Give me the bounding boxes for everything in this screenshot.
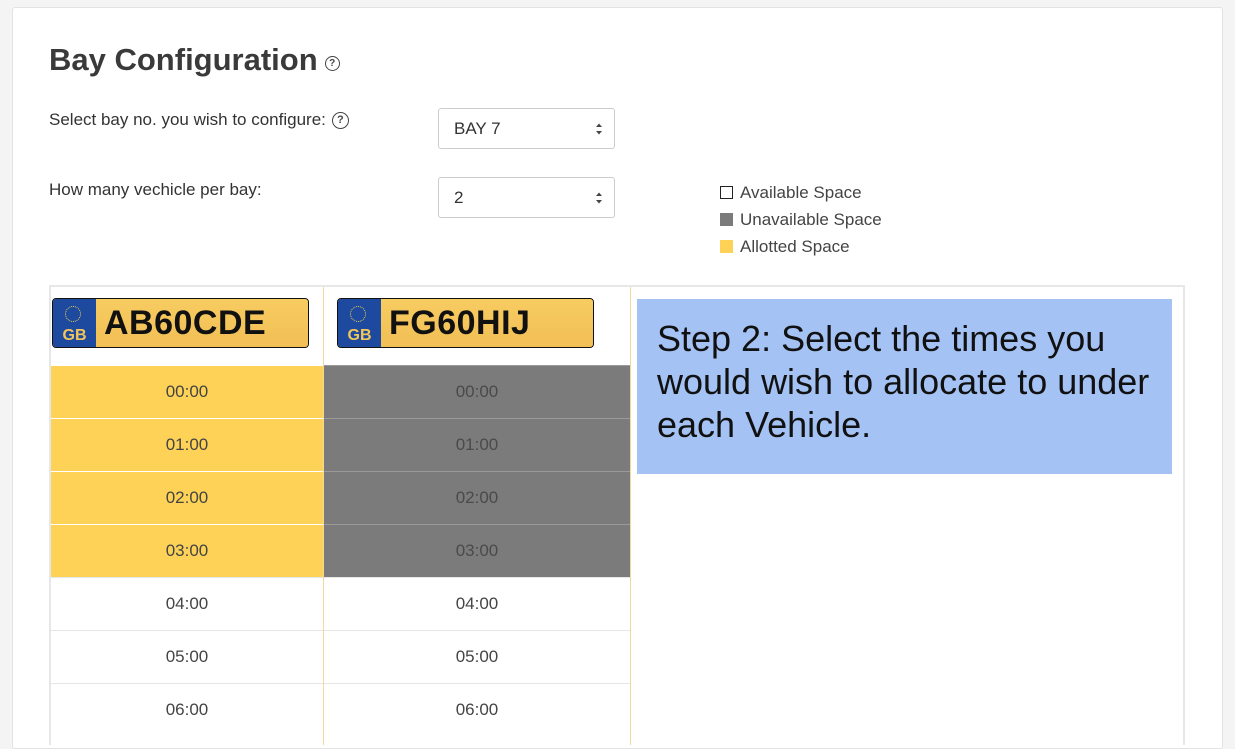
vehicles-per-bay-select[interactable]: 2	[438, 177, 615, 218]
eu-flag-icon: GB	[338, 299, 381, 347]
time-slot[interactable]: 00:00	[51, 365, 323, 418]
time-slot[interactable]: 01:00	[51, 418, 323, 471]
vehicles-per-bay-label: How many vechicle per bay:	[49, 180, 262, 200]
bay-help-icon[interactable]: ?	[331, 111, 349, 129]
eu-flag-icon: GB	[53, 299, 96, 347]
plate-header: GB AB60CDE	[51, 287, 323, 365]
legend: Available Space Unavailable Space Allott…	[720, 179, 882, 260]
legend-item-available: Available Space	[720, 179, 882, 206]
plate-header: GB FG60HIJ	[324, 287, 630, 365]
bay-select[interactable]: BAY 7	[438, 108, 615, 149]
plate-number: AB60CDE	[96, 299, 308, 347]
select-arrows-icon	[596, 123, 602, 135]
time-slot[interactable]: 02:00	[324, 471, 630, 524]
time-slot[interactable]: 04:00	[51, 577, 323, 630]
legend-item-allotted: Allotted Space	[720, 233, 882, 260]
time-slot[interactable]: 05:00	[51, 630, 323, 683]
plate-number: FG60HIJ	[381, 299, 593, 347]
vehicle-column: GB AB60CDE 00:00 01:00 02:00 03:00 04:00…	[51, 287, 324, 745]
country-code: GB	[62, 327, 87, 344]
page-title: Bay Configuration ?	[49, 42, 340, 78]
available-swatch-icon	[720, 186, 733, 199]
legend-label: Available Space	[740, 182, 862, 202]
time-slot[interactable]: 03:00	[324, 524, 630, 577]
legend-item-unavailable: Unavailable Space	[720, 206, 882, 233]
eu-stars-icon	[350, 306, 366, 322]
time-slot[interactable]: 06:00	[324, 683, 630, 736]
help-icon[interactable]: ?	[324, 55, 340, 71]
time-slot[interactable]: 00:00	[324, 365, 630, 418]
allotted-swatch-icon	[720, 240, 733, 253]
vehicle-column: GB FG60HIJ 00:00 01:00 02:00 03:00 04:00…	[324, 287, 631, 745]
time-slot[interactable]: 01:00	[324, 418, 630, 471]
unavailable-swatch-icon	[720, 213, 733, 226]
time-slot[interactable]: 02:00	[51, 471, 323, 524]
country-code: GB	[347, 327, 372, 344]
time-slot[interactable]: 03:00	[51, 524, 323, 577]
bay-select-label: Select bay no. you wish to configure: ?	[49, 110, 349, 130]
select-arrows-icon	[596, 192, 602, 204]
bay-select-value: BAY 7	[454, 118, 501, 138]
legend-label: Allotted Space	[740, 236, 850, 256]
bay-select-label-text: Select bay no. you wish to configure:	[49, 110, 326, 129]
vehicles-per-bay-value: 2	[454, 187, 464, 207]
license-plate: GB AB60CDE	[52, 298, 309, 348]
eu-stars-icon	[65, 306, 81, 322]
license-plate: GB FG60HIJ	[337, 298, 594, 348]
time-slot[interactable]: 04:00	[324, 577, 630, 630]
time-slot[interactable]: 05:00	[324, 630, 630, 683]
vehicles-per-bay-label-text: How many vechicle per bay:	[49, 180, 262, 199]
legend-label: Unavailable Space	[740, 209, 882, 229]
step-callout: Step 2: Select the times you would wish …	[637, 299, 1172, 474]
page-title-text: Bay Configuration	[49, 42, 318, 77]
time-slot[interactable]: 06:00	[51, 683, 323, 736]
